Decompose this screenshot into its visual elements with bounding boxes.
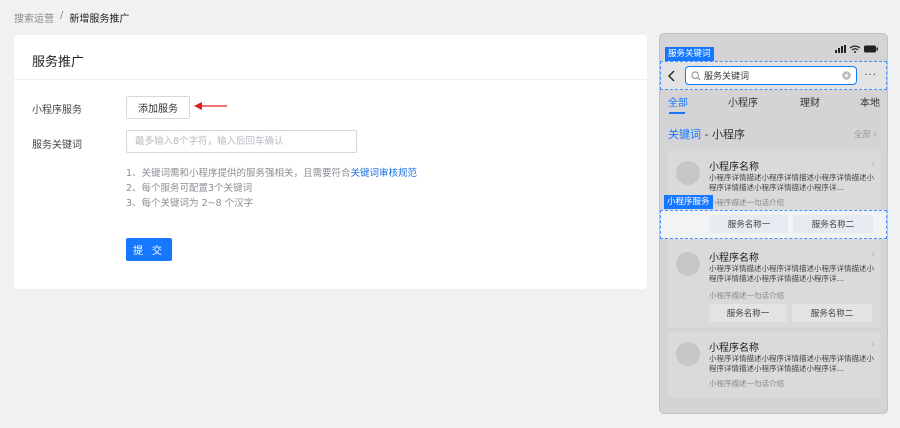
tips: 1、关键词需和小程序提供的服务强相关，且需要符合关键词审核规范 2、每个服务可配… — [126, 166, 417, 211]
tip-3: 3、每个关键词为 2~8 个汉字 — [126, 198, 254, 209]
phone-search-text: 服务关键词 — [704, 72, 750, 82]
page-title: 服务推广 — [32, 55, 85, 70]
status-bar — [835, 45, 878, 53]
active-tab-indicator — [669, 112, 685, 114]
section-all-label: 全部 — [853, 130, 871, 140]
clear-icon[interactable] — [842, 71, 851, 80]
phone-tab-local[interactable]: 本地 — [860, 94, 880, 109]
phone-tabs: 全部 小程序 理财 本地 — [660, 94, 887, 114]
phone-tab-all[interactable]: 全部 — [668, 94, 688, 109]
service-chip[interactable]: 服务名称一 — [710, 215, 788, 233]
service-chip[interactable]: 服务名称二 — [792, 304, 872, 322]
mini-program-name: 小程序名称 — [709, 162, 759, 173]
service-chip[interactable]: 服务名称二 — [793, 215, 873, 233]
avatar — [676, 252, 700, 276]
wifi-icon — [850, 45, 860, 53]
tip-2: 2、每个服务可配置3个关键词 — [126, 183, 253, 194]
mini-program-name: 小程序名称 — [709, 253, 759, 264]
form-card: 服务推广 小程序服务 添加服务 服务关键词 1、关键词需和小程序提供的服务强相关… — [14, 35, 647, 289]
section-title-keyword: 关键词 — [668, 128, 701, 141]
mini-program-intro: 小程序描述一句话介绍 — [709, 198, 784, 207]
tip-1: 1、关键词需和小程序提供的服务强相关，且需要符合关键词审核规范 — [126, 166, 417, 181]
mini-program-desc: 小程序详情描述小程序详情描述小程序详情描述小程序详情描述小程序详情描述小程序详.… — [709, 264, 874, 283]
section-title: 关键词 - 小程序 — [668, 126, 745, 142]
arrow-left-icon — [194, 102, 227, 110]
submit-button[interactable]: 提 交 — [126, 238, 172, 261]
service-highlight-area: 服务名称一 服务名称二 — [660, 210, 887, 239]
mini-program-card[interactable]: 小程序名称 › 小程序详情描述小程序详情描述小程序详情描述小程序详情描述小程序详… — [668, 242, 881, 328]
chevron-right-icon: › — [871, 250, 875, 260]
chevron-right-icon: › — [871, 340, 875, 350]
mini-program-intro: 小程序描述一句话介绍 — [709, 291, 784, 300]
phone-search-box[interactable]: 服务关键词 — [685, 66, 857, 85]
more-icon[interactable]: ··· — [864, 70, 877, 81]
signal-icon — [835, 45, 846, 53]
mini-program-intro: 小程序描述一句话介绍 — [709, 379, 784, 388]
battery-icon — [864, 45, 878, 53]
mini-program-desc: 小程序详情描述小程序详情描述小程序详情描述小程序详情描述小程序详情描述小程序详.… — [709, 173, 874, 192]
tip-1-text: 1、关键词需和小程序提供的服务强相关，且需要符合 — [126, 168, 351, 179]
service-keyword-label: 服务关键词 — [32, 140, 82, 151]
section-title-sub: 小程序 — [711, 128, 745, 141]
breadcrumb-current: 新增服务推广 — [69, 14, 130, 25]
section-title-separator: - — [701, 128, 712, 141]
service-tag: 小程序服务 — [664, 195, 713, 209]
keyword-review-rules-link[interactable]: 关键词审核规范 — [351, 168, 418, 179]
search-icon — [691, 70, 701, 81]
phone-preview: 服务关键词 服务关键词 ··· 全部 小程序 理财 本地 关键词 - 小程序 全… — [659, 33, 888, 414]
avatar — [676, 342, 700, 366]
service-chip[interactable]: 服务名称一 — [709, 304, 787, 322]
mini-program-name: 小程序名称 — [709, 343, 759, 354]
phone-tab-finance[interactable]: 理财 — [800, 94, 820, 109]
phone-tab-mini-program[interactable]: 小程序 — [728, 94, 758, 109]
keyword-tag: 服务关键词 — [665, 47, 714, 61]
add-service-button[interactable]: 添加服务 — [126, 96, 190, 119]
keyword-input[interactable] — [126, 130, 357, 153]
avatar — [676, 161, 700, 185]
mini-program-desc: 小程序详情描述小程序详情描述小程序详情描述小程序详情描述小程序详情描述小程序详.… — [709, 354, 874, 373]
breadcrumb: 搜索运营 / 新增服务推广 — [14, 10, 129, 25]
section-all-link[interactable]: 全部 › — [854, 128, 877, 140]
mini-program-card[interactable]: 小程序名称 › 小程序详情描述小程序详情描述小程序详情描述小程序详情描述小程序详… — [668, 332, 881, 398]
chevron-right-icon: › — [871, 159, 875, 169]
back-icon[interactable] — [668, 70, 676, 82]
mini-program-service-label: 小程序服务 — [32, 105, 82, 116]
breadcrumb-separator: / — [60, 10, 64, 21]
divider — [14, 79, 647, 80]
breadcrumb-parent[interactable]: 搜索运营 — [14, 10, 54, 25]
